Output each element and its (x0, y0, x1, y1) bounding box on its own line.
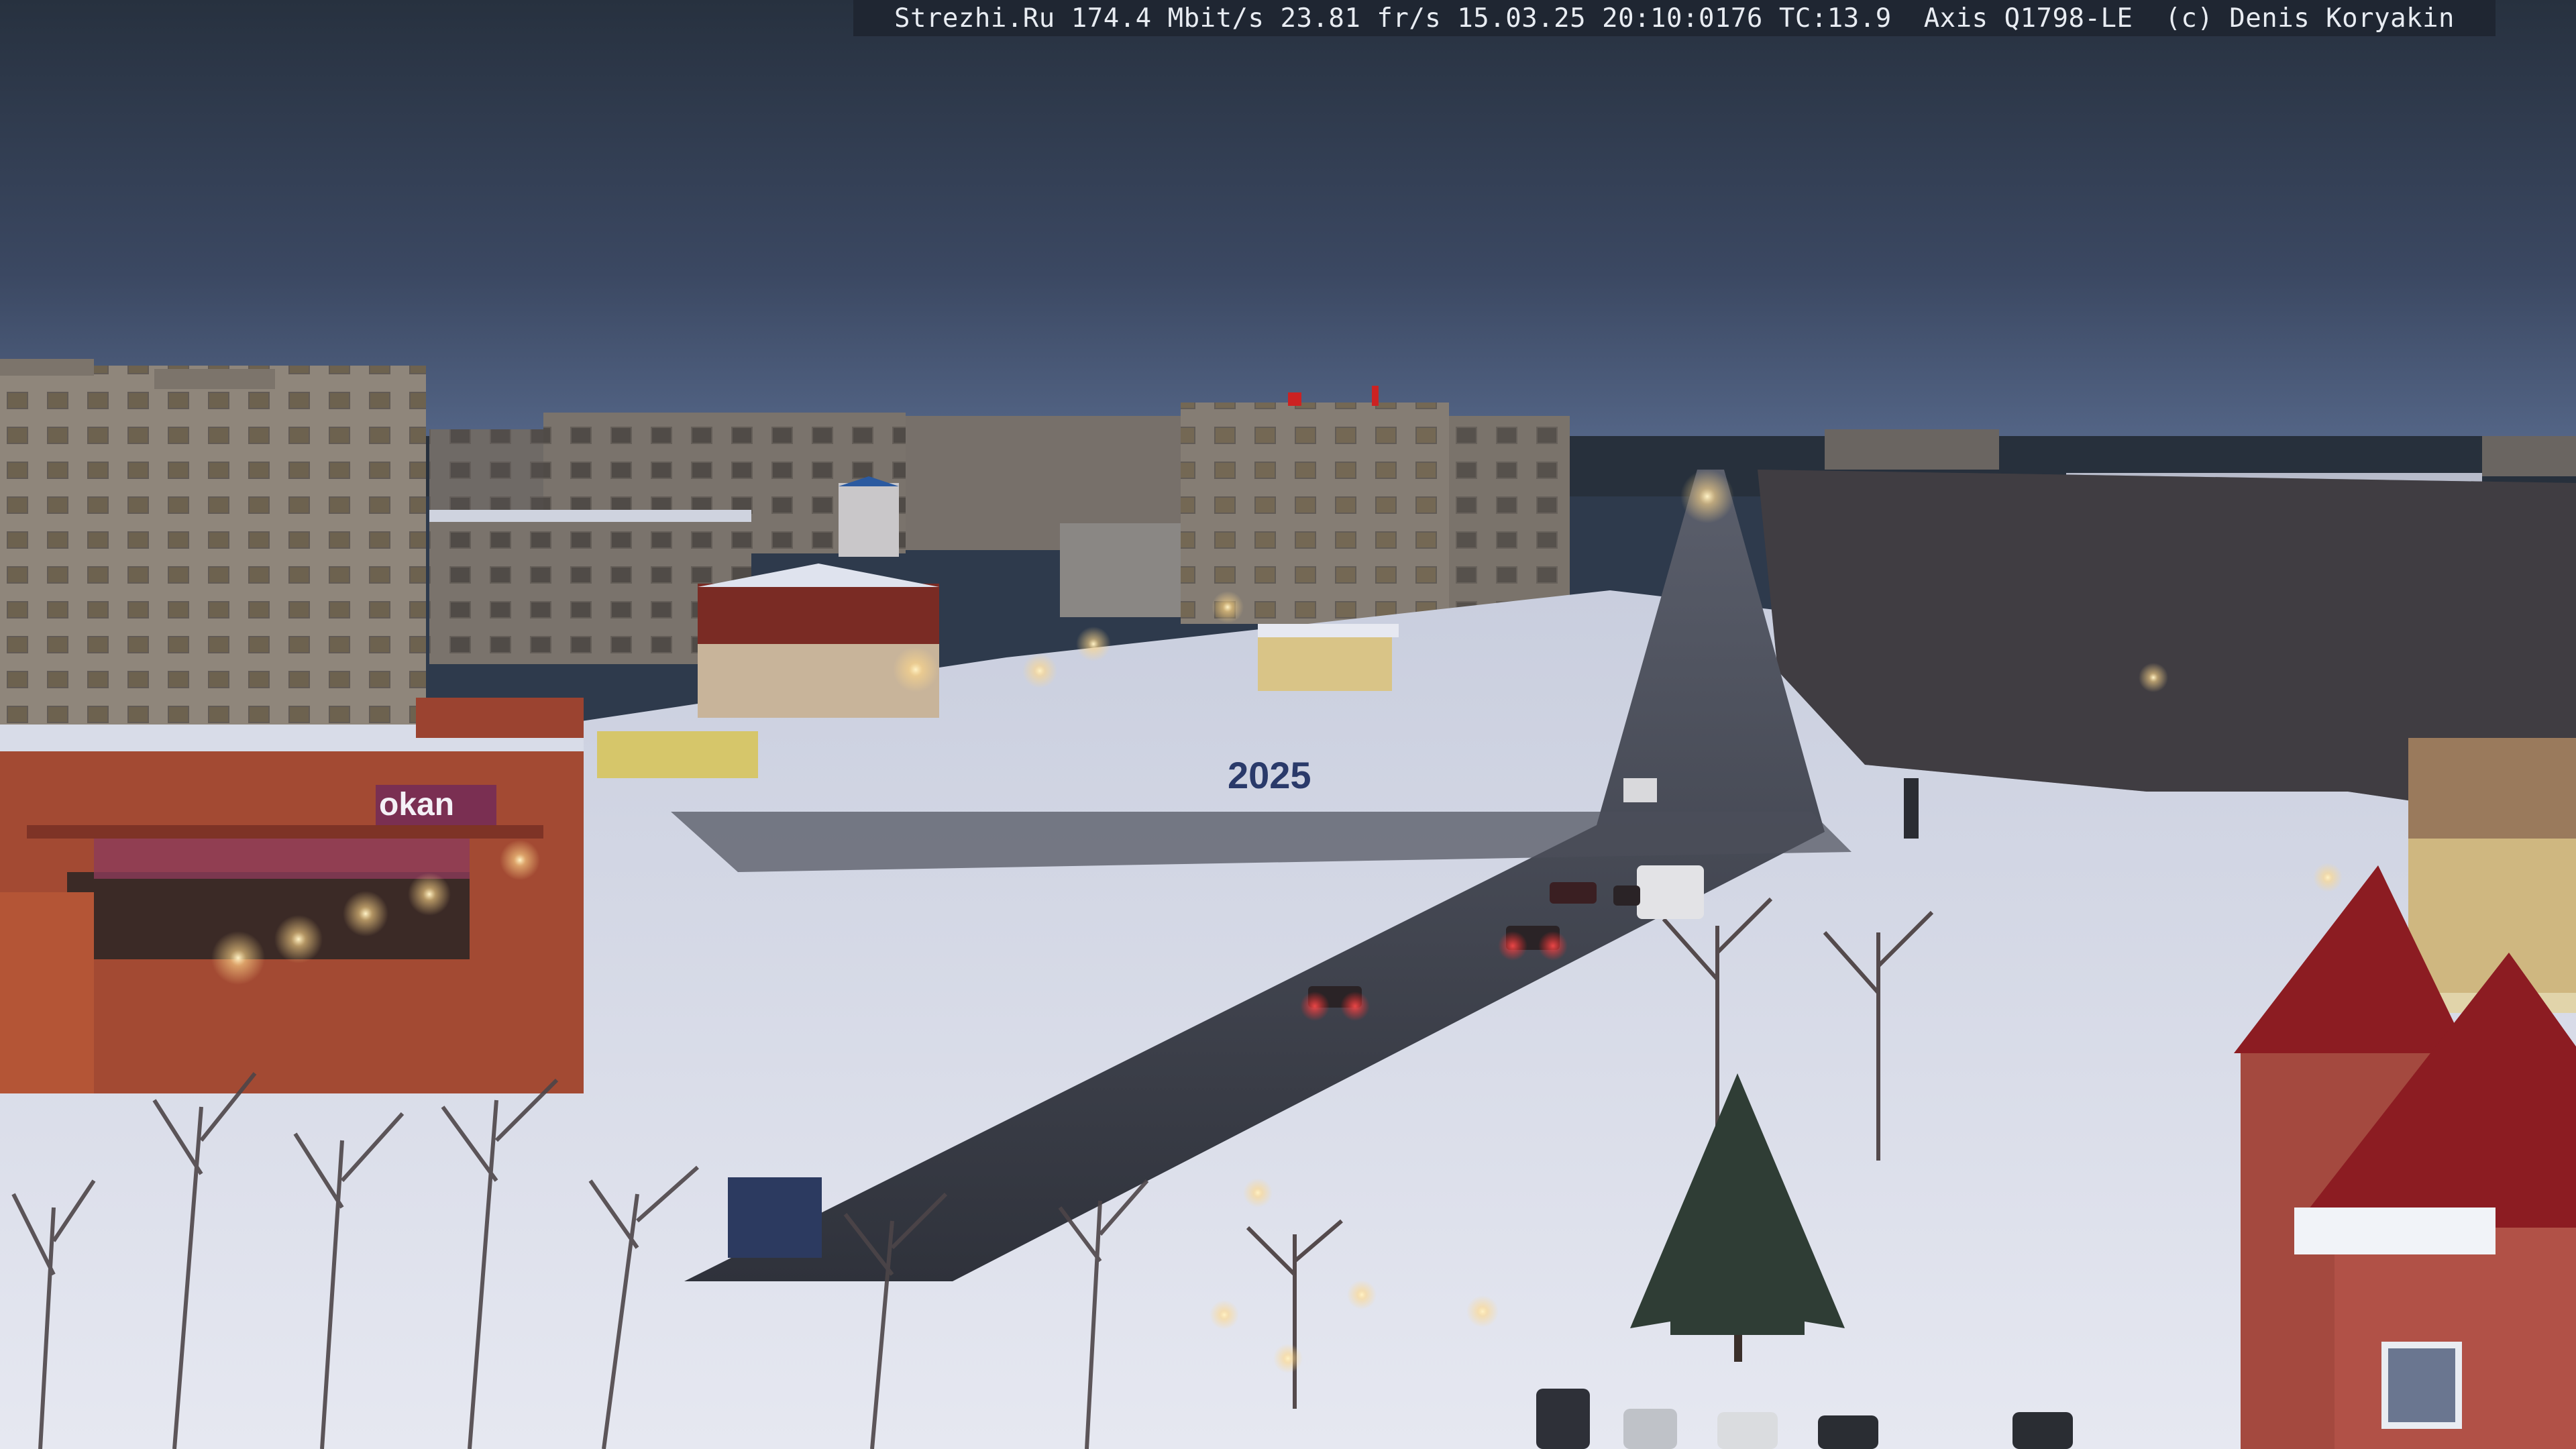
camera-info-overlay: Strezhi.Ru 174.4 Mbit/s 23.81 fr/s 15.03… (853, 0, 2496, 36)
central-tower (1181, 386, 1570, 624)
camera-info-text: Strezhi.Ru 174.4 Mbit/s 23.81 fr/s 15.03… (894, 3, 2455, 34)
year-sculpture: 2025 (1228, 754, 1311, 796)
shop-logo-sign: okan (379, 787, 454, 822)
webcam-scene: 2025 okan (0, 0, 2576, 1449)
shopping-center (0, 698, 584, 1093)
statue (1904, 778, 1919, 839)
